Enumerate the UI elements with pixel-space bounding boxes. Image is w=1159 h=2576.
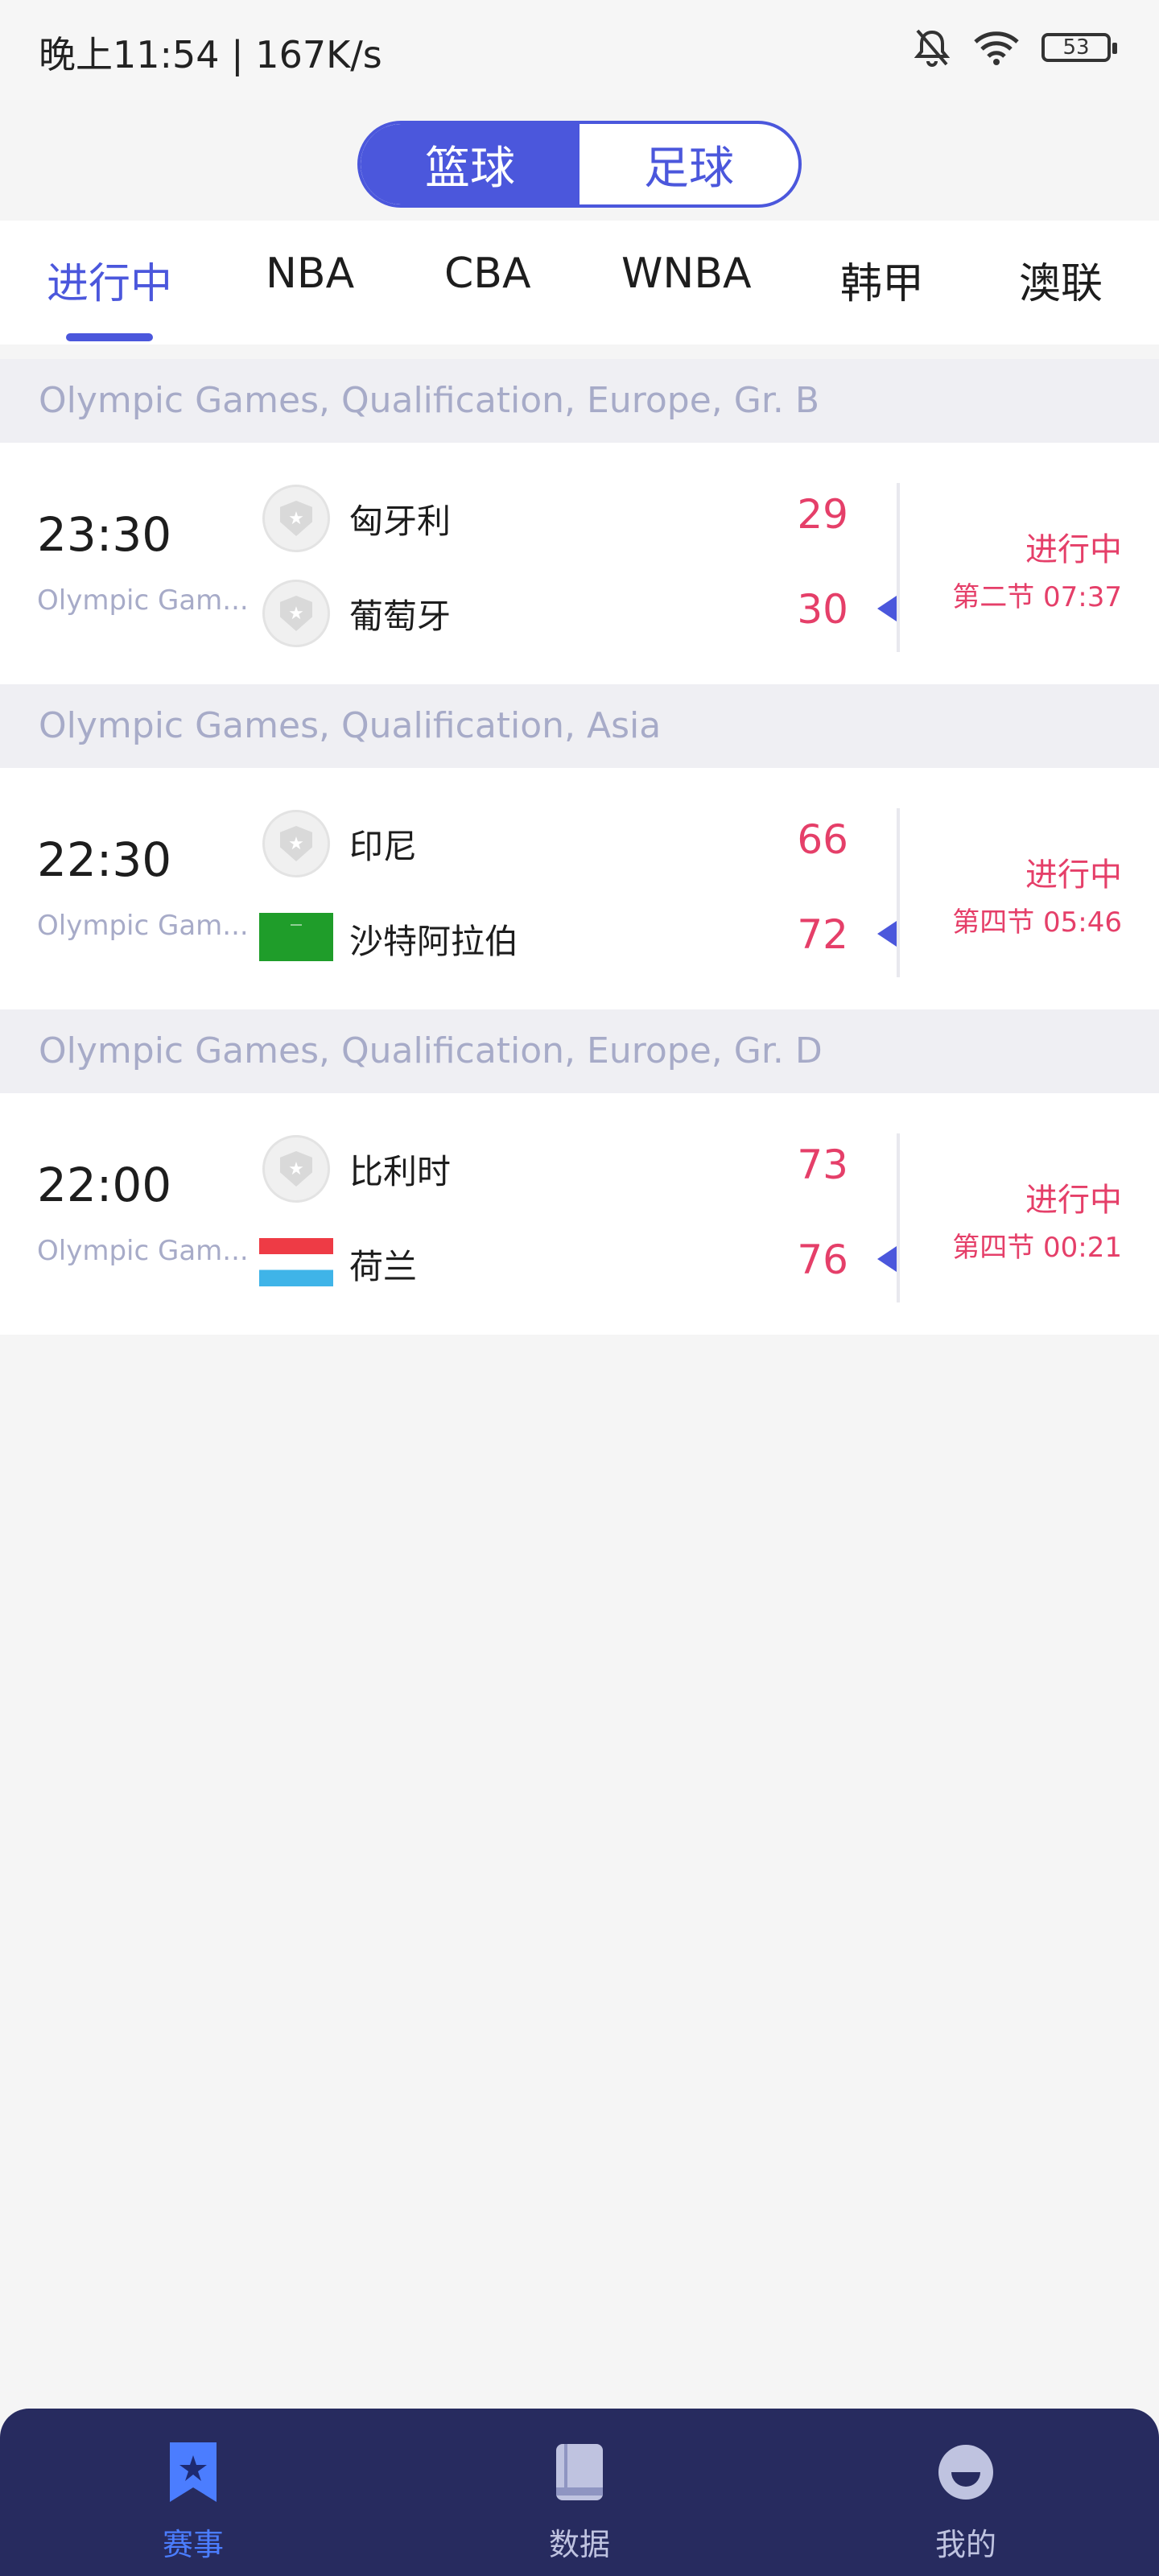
tab-nba[interactable]: NBA [266,250,354,298]
divider [897,808,900,977]
leading-arrow-icon [877,596,897,621]
sport-option-football[interactable]: 足球 [580,124,798,204]
tab-australia[interactable]: 澳联 [1019,250,1103,310]
team-logo-placeholder: ★ [262,1135,330,1203]
nav-item-data[interactable]: 数据 [499,2441,660,2564]
away-score: 30 [797,586,848,633]
match-status: 进行中 [1025,857,1122,894]
match-clock: 第四节 05:46 [952,906,1122,939]
match-card[interactable]: 22:00 Olympic Gam... ★ 比利时 73 荷兰 76 进行中 … [0,1093,1159,1335]
shield-icon: ★ [280,501,312,536]
match-league: Olympic Gam... [37,910,249,942]
wifi-icon [974,31,1019,65]
leading-arrow-icon [877,921,897,947]
match-time: 22:00 [37,1158,172,1212]
match-league: Olympic Gam... [37,584,249,617]
tab-korea[interactable]: 韩甲 [840,250,924,310]
away-team-name: 葡萄牙 [349,597,452,636]
leading-arrow-icon [877,1246,897,1272]
match-league: Olympic Gam... [37,1235,249,1267]
home-team-name: 匈牙利 [349,502,452,541]
netherlands-flag-icon [259,1238,333,1286]
status-icons: 53 [913,27,1117,68]
shield-icon: ★ [280,826,312,861]
status-bar: 晚上11:54 | 167K/s 53 [0,0,1159,100]
league-header: Olympic Games, Qualification, Europe, Gr… [0,1009,1159,1093]
match-time: 23:30 [37,507,172,562]
tab-live[interactable]: 进行中 [47,250,172,310]
match-card[interactable]: 23:30 Olympic Gam... ★ 匈牙利 29 ★ 葡萄牙 30 进… [0,443,1159,684]
nav-label: 我的 [934,2527,996,2562]
tab-cba[interactable]: CBA [444,250,531,298]
league-header: Olympic Games, Qualification, Europe, Gr… [0,359,1159,443]
sport-option-basketball[interactable]: 篮球 [361,124,580,204]
nav-label: 数据 [548,2527,610,2562]
team-logo-placeholder: ★ [262,810,330,877]
nav-item-events[interactable]: 赛事 [113,2441,274,2564]
match-status: 进行中 [1025,1182,1122,1219]
team-logo-placeholder: ★ [262,580,330,647]
home-score: 73 [797,1141,848,1188]
away-score: 76 [797,1236,848,1283]
data-book-icon [556,2444,603,2500]
divider [897,1133,900,1302]
match-status: 进行中 [1025,531,1122,568]
away-team-name: 荷兰 [349,1247,418,1286]
away-team-name: 沙特阿拉伯 [349,922,519,961]
saudi-arabia-flag-icon: ― [259,913,333,961]
category-tabs: 进行中 NBA CBA WNBA 韩甲 澳联 [0,221,1159,345]
away-score: 72 [797,911,848,958]
nav-label: 赛事 [162,2527,224,2562]
match-clock: 第二节 07:37 [952,581,1122,613]
profile-icon [938,2445,993,2500]
nav-item-profile[interactable]: 我的 [885,2441,1046,2564]
tab-active-indicator [66,333,153,341]
status-time: 晚上11:54 | 167K/s [39,33,382,76]
match-card[interactable]: 22:30 Olympic Gam... ★ 印尼 66 ― 沙特阿拉伯 72 … [0,768,1159,1009]
shield-icon: ★ [280,596,312,631]
sport-switch[interactable]: 篮球 足球 [357,121,802,208]
events-icon [170,2442,217,2502]
team-logo-placeholder: ★ [262,485,330,552]
match-time: 22:30 [37,832,172,887]
match-clock: 第四节 00:21 [952,1232,1122,1264]
home-score: 29 [797,491,848,538]
home-score: 66 [797,816,848,863]
battery-indicator: 53 [1041,33,1117,62]
mute-bell-icon [914,29,951,67]
bottom-nav: 赛事 数据 我的 [0,2409,1159,2576]
shield-icon: ★ [280,1151,312,1187]
divider [897,483,900,652]
home-team-name: 印尼 [349,827,418,866]
home-team-name: 比利时 [349,1152,452,1191]
league-header: Olympic Games, Qualification, Asia [0,684,1159,768]
tab-wnba[interactable]: WNBA [621,250,752,298]
